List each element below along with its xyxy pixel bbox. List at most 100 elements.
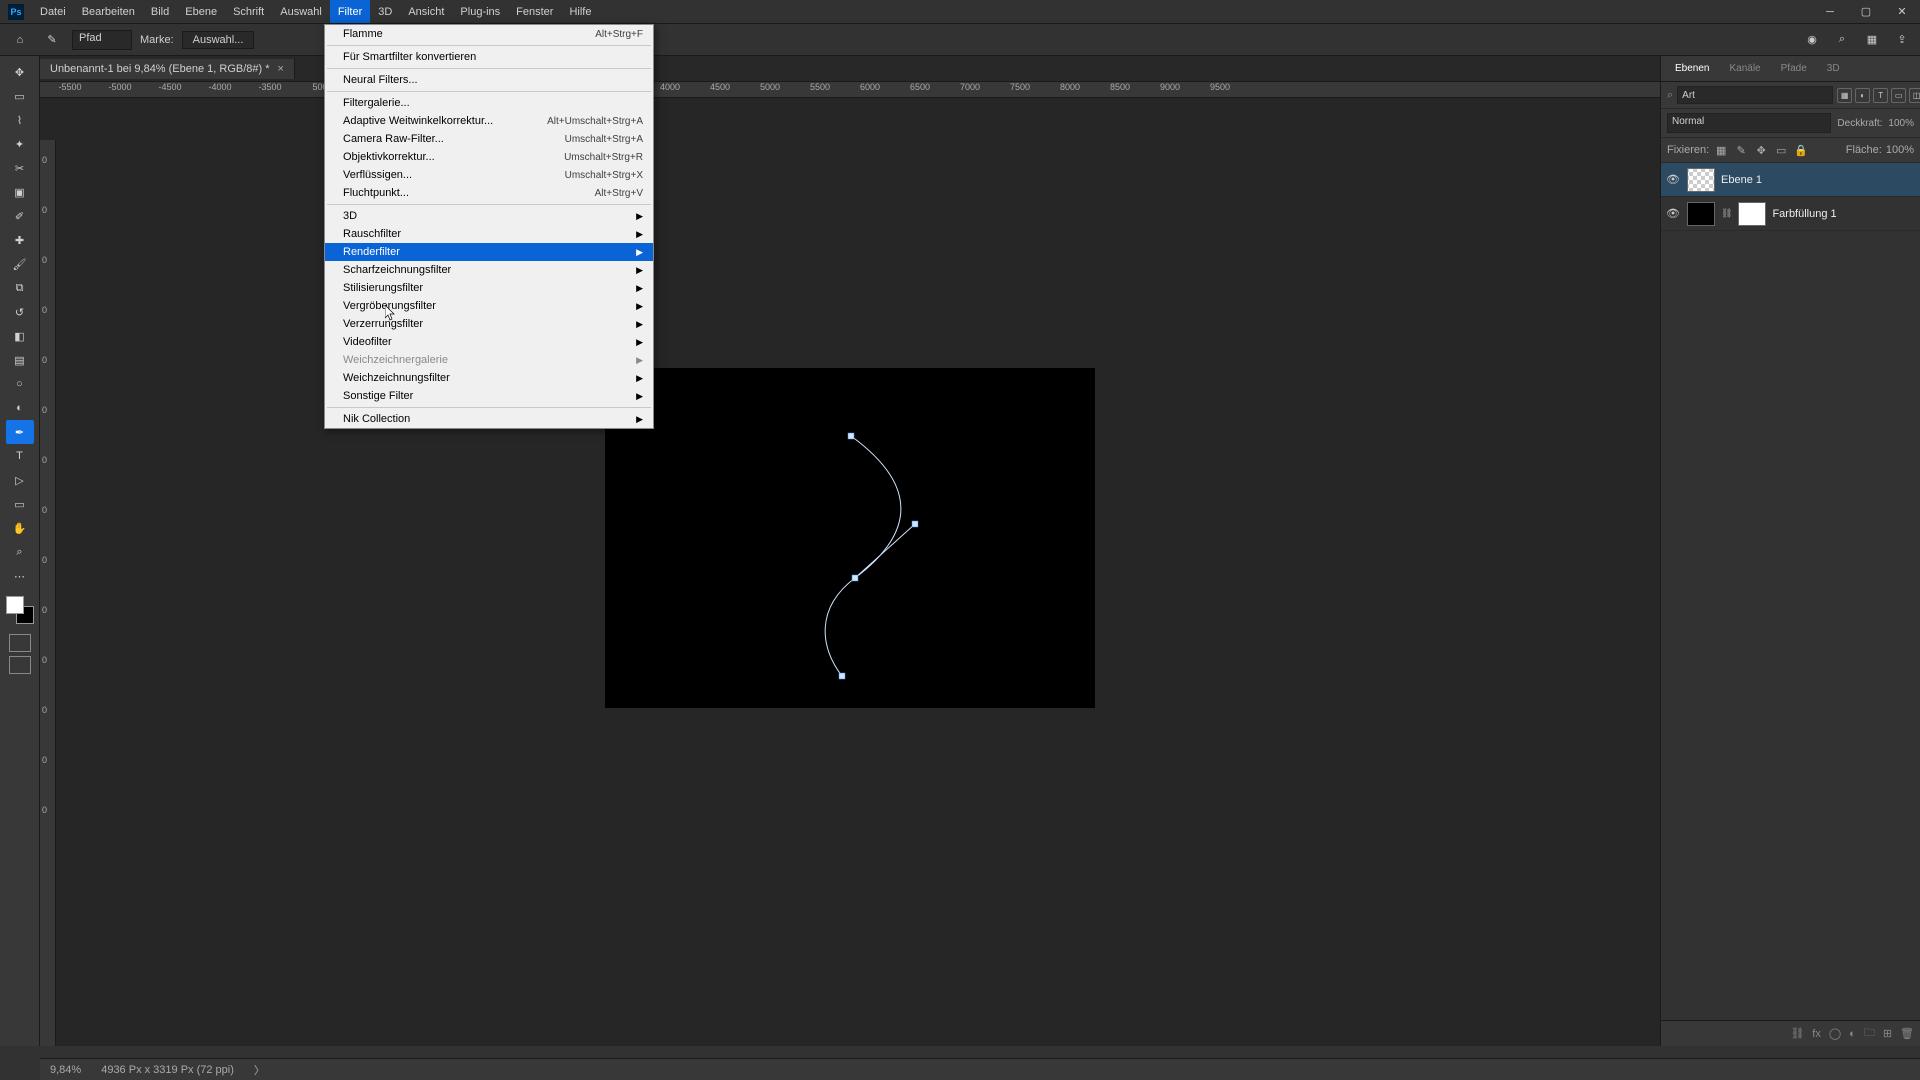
panel-tab-kanäle[interactable]: Kanäle	[1719, 59, 1770, 78]
menubar-item-ebene[interactable]: Ebene	[177, 0, 225, 23]
menu-item-sonstige-filter[interactable]: Sonstige Filter▶	[325, 387, 653, 405]
lock-artboard-icon[interactable]: ▭	[1773, 142, 1789, 158]
doc-info-chevron[interactable]: 〉	[254, 1062, 265, 1078]
close-button[interactable]: ✕	[1884, 0, 1920, 23]
menubar-item-bild[interactable]: Bild	[143, 0, 177, 23]
fill-value[interactable]: 100%	[1886, 144, 1914, 156]
panel-tab-ebenen[interactable]: Ebenen	[1665, 59, 1719, 78]
menubar-item-datei[interactable]: Datei	[32, 0, 74, 23]
menu-item-scharfzeichnungsfilter[interactable]: Scharfzeichnungsfilter▶	[325, 261, 653, 279]
gradient-tool[interactable]: ▤	[6, 348, 34, 372]
group-icon[interactable]: 🗀	[1864, 1024, 1875, 1043]
path-curve[interactable]	[605, 368, 1095, 708]
menu-item-adaptive-weitwinkelkorrektur[interactable]: Adaptive Weitwinkelkorrektur...Alt+Umsch…	[325, 112, 653, 130]
search-icon[interactable]: ⌕	[1832, 30, 1852, 50]
menubar-item-auswahl[interactable]: Auswahl	[272, 0, 330, 23]
menu-item-filtergalerie[interactable]: Filtergalerie...	[325, 94, 653, 112]
mask-thumbnail[interactable]	[1738, 202, 1766, 226]
pen-tool-icon[interactable]: ✎	[40, 28, 64, 52]
eyedropper-tool[interactable]: ✐	[6, 204, 34, 228]
filter-pixel-icon[interactable]: ▦	[1837, 88, 1852, 103]
link-icon[interactable]: ⛓	[1790, 1027, 1804, 1040]
layer-row[interactable]: 👁Ebene 1	[1661, 163, 1920, 197]
blur-tool[interactable]: ○	[6, 372, 34, 396]
menu-item-f-r-smartfilter-konvertieren[interactable]: Für Smartfilter konvertieren	[325, 48, 653, 66]
layer-thumbnail[interactable]	[1687, 168, 1715, 192]
menu-item-renderfilter[interactable]: Renderfilter▶	[325, 243, 653, 261]
quick-select-tool[interactable]: ✦	[6, 132, 34, 156]
menu-item-rauschfilter[interactable]: Rauschfilter▶	[325, 225, 653, 243]
color-swatches[interactable]	[6, 596, 34, 624]
menu-item-camera-raw-filter[interactable]: Camera Raw-Filter...Umschalt+Strg+A	[325, 130, 653, 148]
quickmask-icon[interactable]	[9, 634, 31, 652]
menu-item-neural-filters[interactable]: Neural Filters...	[325, 71, 653, 89]
artboard-tool[interactable]: ▭	[6, 84, 34, 108]
menubar-item-fenster[interactable]: Fenster	[508, 0, 561, 23]
home-icon[interactable]: ⌂	[8, 28, 32, 52]
filter-text-icon[interactable]: T	[1873, 88, 1888, 103]
menu-item-verfl-ssigen[interactable]: Verflüssigen...Umschalt+Strg+X	[325, 166, 653, 184]
brush-tool[interactable]: 🖌	[6, 252, 34, 276]
close-tab-icon[interactable]: ×	[278, 63, 284, 75]
minimize-button[interactable]: ─	[1812, 0, 1848, 23]
clone-tool[interactable]: ⧉	[6, 276, 34, 300]
lock-position-icon[interactable]: ✥	[1753, 142, 1769, 158]
path-mode-select[interactable]: Pfad	[72, 30, 132, 50]
menu-item-objektivkorrektur[interactable]: Objektivkorrektur...Umschalt+Strg+R	[325, 148, 653, 166]
zoom-tool[interactable]: ⌕	[6, 540, 34, 564]
menubar-item-hilfe[interactable]: Hilfe	[561, 0, 599, 23]
panel-tab-pfade[interactable]: Pfade	[1771, 59, 1817, 78]
filter-adjust-icon[interactable]: ◐	[1855, 88, 1870, 103]
text-tool[interactable]: T	[6, 444, 34, 468]
dodge-tool[interactable]: ◐	[6, 396, 34, 420]
crop-tool[interactable]: ✂	[6, 156, 34, 180]
menubar-item-schrift[interactable]: Schrift	[225, 0, 272, 23]
eraser-tool[interactable]: ◧	[6, 324, 34, 348]
menu-item-flamme[interactable]: FlammeAlt+Strg+F	[325, 25, 653, 43]
auswahl-button[interactable]: Auswahl...	[182, 31, 255, 49]
share-icon[interactable]: ⇪	[1892, 30, 1912, 50]
menu-item-verzerrungsfilter[interactable]: Verzerrungsfilter▶	[325, 315, 653, 333]
menu-item-stilisierungsfilter[interactable]: Stilisierungsfilter▶	[325, 279, 653, 297]
workspace-icon[interactable]: ▦	[1862, 30, 1882, 50]
frame-tool[interactable]: ▣	[6, 180, 34, 204]
move-tool[interactable]: ✥	[6, 60, 34, 84]
blend-mode-select[interactable]: Normal	[1667, 113, 1831, 133]
visibility-toggle-icon[interactable]: 👁	[1665, 207, 1681, 220]
menu-item-fluchtpunkt[interactable]: Fluchtpunkt...Alt+Strg+V	[325, 184, 653, 202]
lock-all-icon[interactable]: 🔒	[1793, 142, 1809, 158]
new-icon[interactable]: ⊞	[1883, 1027, 1892, 1040]
menubar-item-bearbeiten[interactable]: Bearbeiten	[74, 0, 143, 23]
cloud-docs-icon[interactable]: ◉	[1802, 30, 1822, 50]
lasso-tool[interactable]: ⌇	[6, 108, 34, 132]
rectangle-tool[interactable]: ▭	[6, 492, 34, 516]
more-tool[interactable]: ⋯	[6, 564, 34, 588]
layer-name-label[interactable]: Farbfüllung 1	[1772, 208, 1836, 220]
menubar-item-filter[interactable]: Filter	[330, 0, 370, 23]
layers-filter-input[interactable]	[1677, 86, 1833, 104]
menu-item-nik-collection[interactable]: Nik Collection▶	[325, 410, 653, 428]
heal-tool[interactable]: ✚	[6, 228, 34, 252]
filter-shape-icon[interactable]: ▭	[1891, 88, 1906, 103]
canvas[interactable]	[605, 368, 1095, 708]
opacity-value[interactable]: 100%	[1888, 118, 1914, 129]
layer-row[interactable]: 👁 ⛓ Farbfüllung 1	[1661, 197, 1920, 231]
trash-icon[interactable]: 🗑	[1900, 1027, 1914, 1040]
lock-pixels-icon[interactable]: ✎	[1733, 142, 1749, 158]
adjust-icon[interactable]: ◐	[1849, 1028, 1856, 1040]
menu-item-3d[interactable]: 3D▶	[325, 207, 653, 225]
maximize-button[interactable]: ▢	[1848, 0, 1884, 23]
zoom-level[interactable]: 9,84%	[50, 1064, 81, 1076]
panel-tab-3d[interactable]: 3D	[1817, 59, 1850, 78]
lock-transparent-icon[interactable]: ▦	[1713, 142, 1729, 158]
menu-item-weichzeichnungsfilter[interactable]: Weichzeichnungsfilter▶	[325, 369, 653, 387]
hand-tool[interactable]: ✋	[6, 516, 34, 540]
menu-item-vergr-berungsfilter[interactable]: Vergröberungsfilter▶	[325, 297, 653, 315]
layer-thumbnail[interactable]	[1687, 202, 1715, 226]
layer-name-label[interactable]: Ebene 1	[1721, 174, 1762, 186]
mask-icon[interactable]: ◯	[1829, 1027, 1841, 1040]
canvas-viewport[interactable]: 00000000000000	[40, 98, 1660, 1046]
menubar-item-plug-ins[interactable]: Plug-ins	[452, 0, 508, 23]
link-icon[interactable]: ⛓	[1721, 208, 1732, 219]
menubar-item-3d[interactable]: 3D	[370, 0, 400, 23]
